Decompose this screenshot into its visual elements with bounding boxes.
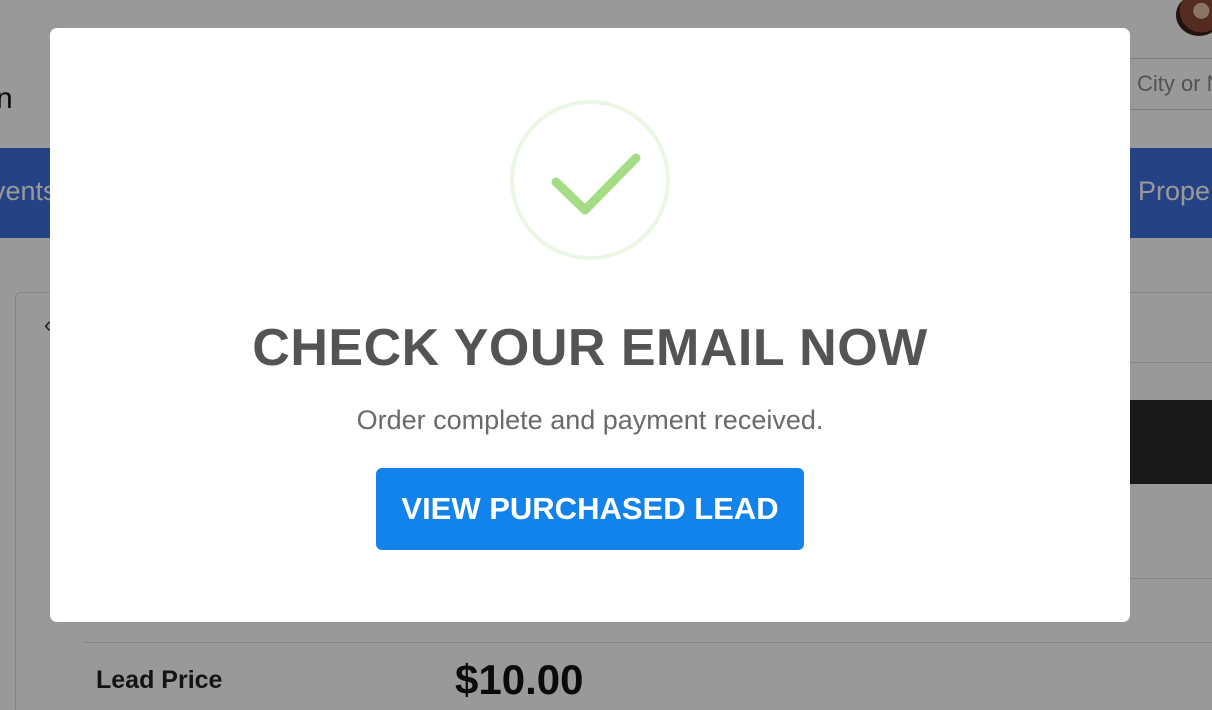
- view-purchased-lead-button[interactable]: VIEW PURCHASED LEAD: [376, 468, 804, 550]
- modal-title: CHECK YOUR EMAIL NOW: [252, 319, 928, 377]
- success-check-icon: [510, 100, 670, 260]
- modal-message: Order complete and payment received.: [356, 405, 824, 435]
- success-modal: CHECK YOUR EMAIL NOW Order complete and …: [50, 28, 1130, 622]
